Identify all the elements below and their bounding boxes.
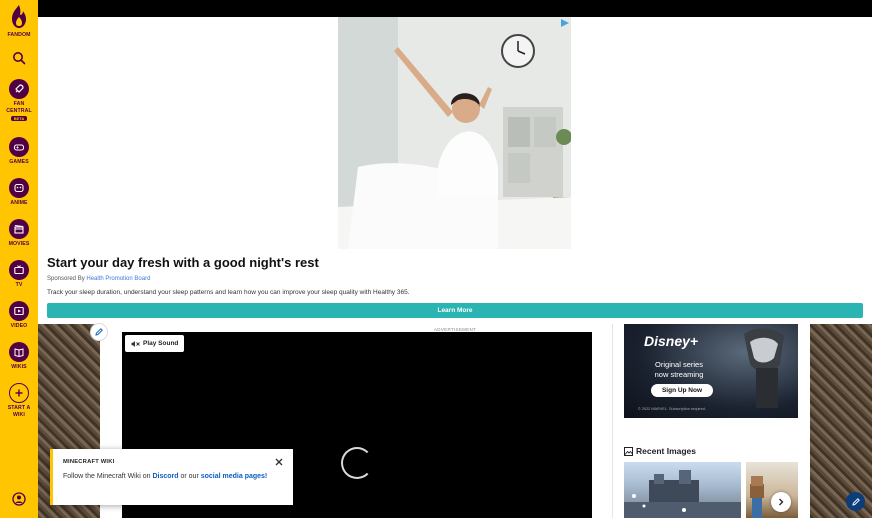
pencil-icon: [851, 497, 860, 506]
loading-spinner-icon: [341, 447, 373, 479]
book-icon: [9, 342, 29, 362]
community-notification-popup: MINECRAFT WIKI Follow the Minecraft Wiki…: [50, 449, 293, 505]
top-leaderboard-bar: [38, 0, 872, 17]
discord-link[interactable]: Discord: [152, 473, 178, 480]
disney-line-1: Original series: [655, 360, 703, 369]
rail-item-label: MOVIES: [8, 241, 30, 247]
popup-text-2: or our: [178, 473, 201, 480]
rail-item-anime[interactable]: ANIME: [0, 178, 38, 207]
social-media-link[interactable]: social media pages!: [201, 473, 268, 480]
disney-plus-ad[interactable]: Disney+ Original series now streaming Si…: [624, 324, 798, 418]
beta-badge: BETA: [10, 116, 28, 121]
recent-image-thumbnail[interactable]: [624, 462, 741, 518]
pencil-icon: [95, 328, 103, 336]
fandom-global-nav: FANDOM FAN CENTRAL BETA GAMES ANIME MOVI…: [0, 0, 38, 518]
rail-item-games[interactable]: GAMES: [0, 137, 38, 166]
popup-close-button[interactable]: [274, 457, 284, 467]
ad-learn-more-button[interactable]: Learn More: [47, 303, 863, 318]
carousel-next-button[interactable]: [771, 492, 791, 512]
rocket-icon: [9, 79, 29, 99]
play-icon: [9, 301, 29, 321]
tv-icon: [9, 260, 29, 280]
rail-item-tv[interactable]: TV: [0, 260, 38, 289]
ad-sponsor-line: Sponsored By Health Promotion Board: [47, 276, 150, 282]
ad-sponsor-link[interactable]: Health Promotion Board: [86, 276, 150, 282]
close-icon: [275, 458, 283, 466]
user-icon: [12, 492, 26, 506]
rail-item-label: TV: [15, 282, 23, 288]
rail-item-label: VIDEO: [10, 323, 28, 329]
clapperboard-icon: [9, 219, 29, 239]
svg-text:Disney+: Disney+: [644, 333, 698, 349]
native-ad[interactable]: Start your day fresh with a good night's…: [38, 17, 872, 324]
rail-item-label: START A WIKI: [7, 405, 31, 418]
chevron-right-icon: [779, 498, 784, 506]
popup-body: Follow the Minecraft Wiki on Discord or …: [63, 471, 278, 483]
fandom-flame-icon: [12, 5, 26, 28]
ad-description: Track your sleep duration, understand yo…: [47, 289, 410, 296]
ad-photo-woman-stretching[interactable]: [338, 17, 571, 249]
muted-speaker-icon: [131, 340, 140, 347]
disney-sign-up-button[interactable]: Sign Up Now: [651, 384, 713, 397]
fandom-logo-link[interactable]: FANDOM: [0, 4, 38, 39]
search-button[interactable]: [0, 51, 38, 65]
user-account-button[interactable]: [0, 492, 38, 506]
rail-item-video[interactable]: VIDEO: [0, 301, 38, 330]
play-sound-label: Play Sound: [143, 340, 179, 347]
edit-page-button[interactable]: [90, 323, 108, 341]
quick-edit-button[interactable]: [846, 492, 865, 511]
rail-item-movies[interactable]: MOVIES: [0, 219, 38, 248]
image-icon: [624, 446, 633, 456]
ad-headline[interactable]: Start your day fresh with a good night's…: [47, 255, 319, 270]
recent-images-heading: Recent Images: [624, 446, 696, 456]
popup-text-1: Follow the Minecraft Wiki on: [63, 473, 153, 480]
rail-item-start-wiki[interactable]: START A WIKI: [0, 383, 38, 419]
ad-sponsor-prefix: Sponsored By: [47, 276, 85, 282]
anime-face-icon: [9, 178, 29, 198]
popup-title: MINECRAFT WIKI: [63, 459, 115, 465]
rail-item-label: ANIME: [10, 200, 28, 206]
gamepad-icon: [9, 137, 29, 157]
disney-line-2: now streaming: [654, 370, 704, 379]
search-icon: [13, 52, 26, 65]
rail-item-label: WIKIS: [11, 364, 27, 370]
disney-fine-print: © 2022 MARVEL. Subscription required.: [638, 407, 706, 411]
rail-item-label: GAMES: [9, 159, 29, 165]
fandom-wordmark: FANDOM: [7, 32, 31, 38]
rail-item-fan-central[interactable]: FAN CENTRAL BETA: [0, 79, 38, 121]
plus-circle-icon: [9, 383, 29, 403]
rail-item-wikis[interactable]: WIKIS: [0, 342, 38, 371]
recent-images-title: Recent Images: [636, 446, 696, 456]
play-sound-button[interactable]: Play Sound: [125, 335, 185, 352]
rail-item-label: FAN CENTRAL: [6, 101, 32, 114]
recent-image-thumbnail[interactable]: [746, 462, 798, 518]
